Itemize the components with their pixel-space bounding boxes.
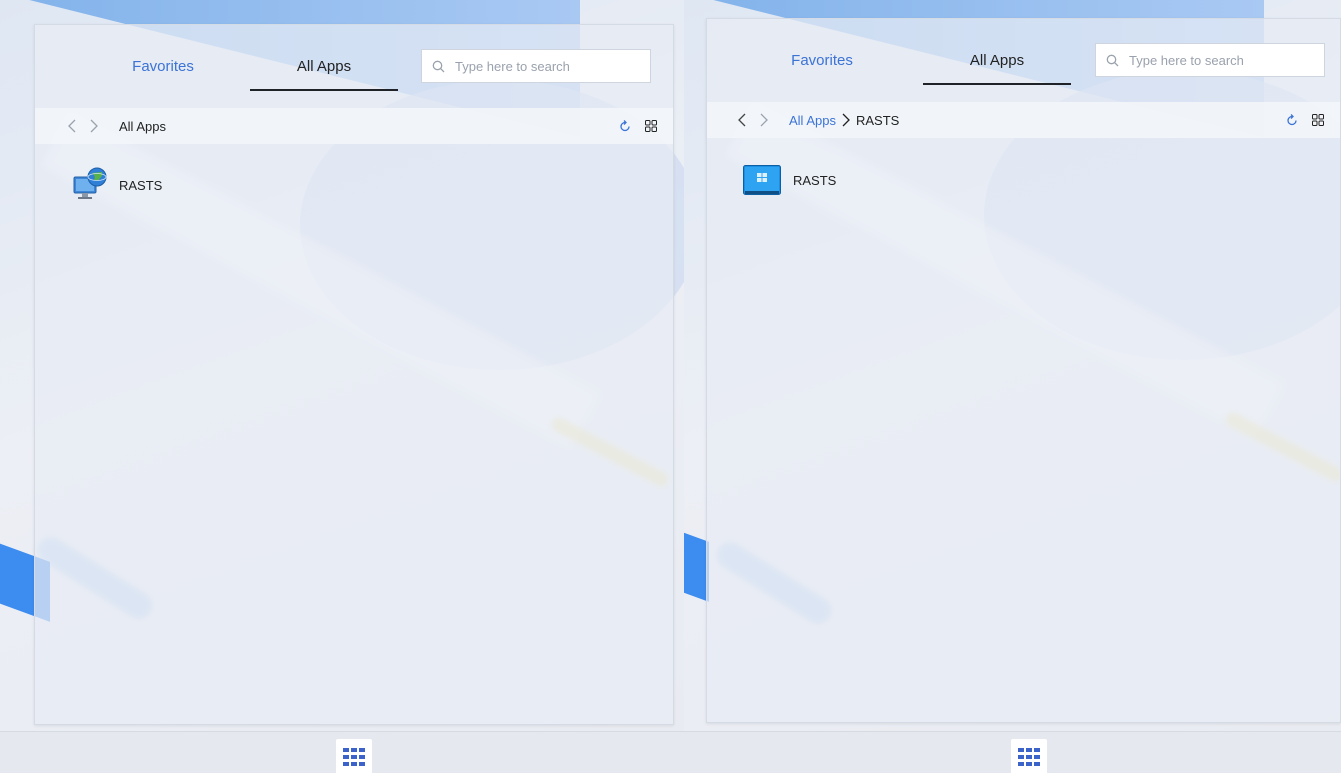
search-box[interactable]	[1095, 43, 1325, 77]
app-label: RASTS	[119, 177, 163, 193]
app-label: RASTS	[793, 172, 837, 188]
tab-favorites[interactable]: Favorites	[762, 47, 882, 85]
tab-favorites[interactable]: Favorites	[103, 53, 223, 91]
menu-tabs: Favorites All Apps	[35, 25, 673, 107]
search-box[interactable]	[421, 49, 651, 83]
chevron-right-icon	[842, 113, 850, 127]
app-item-rasts[interactable]: RASTS	[73, 167, 162, 203]
tab-all-apps[interactable]: All Apps	[923, 47, 1071, 85]
app-item-rasts[interactable]: RASTS	[743, 165, 836, 195]
refresh-button[interactable]	[619, 120, 631, 132]
view-toggle-button[interactable]	[645, 120, 657, 132]
breadcrumb-current: All Apps	[119, 118, 166, 134]
search-icon	[432, 60, 445, 72]
menu-tabs: Favorites All Apps	[707, 19, 1340, 101]
breadcrumb-separator-icon	[842, 113, 850, 127]
start-button[interactable]	[1011, 739, 1047, 773]
forward-button[interactable]	[83, 119, 105, 133]
globe-monitor-icon	[73, 167, 107, 199]
forward-button[interactable]	[753, 113, 775, 127]
grid-view-icon	[645, 120, 657, 132]
view-toggle-button[interactable]	[1312, 114, 1324, 126]
chevron-right-icon	[760, 113, 768, 127]
taskbar-left	[0, 731, 684, 773]
search-input[interactable]	[1129, 52, 1299, 68]
app-grid-icon	[343, 748, 365, 766]
breadcrumb-bar: All Apps	[35, 108, 673, 144]
search-input[interactable]	[455, 58, 625, 74]
back-button[interactable]	[731, 113, 753, 127]
app-grid-icon	[1018, 748, 1040, 766]
start-menu-right: Favorites All Apps All Apps RASTS	[706, 18, 1341, 723]
breadcrumb-parent[interactable]: All Apps	[789, 113, 836, 128]
grid-view-icon	[1312, 114, 1324, 126]
refresh-icon	[620, 120, 630, 132]
tab-all-apps[interactable]: All Apps	[250, 53, 398, 91]
breadcrumb-current: RASTS	[855, 112, 900, 128]
start-menu-left: Favorites All Apps All Apps	[34, 24, 674, 725]
windows-desktop-icon	[743, 165, 781, 195]
start-button[interactable]	[336, 739, 372, 773]
chevron-right-icon	[90, 119, 98, 133]
search-icon	[1106, 54, 1119, 66]
refresh-icon	[1287, 114, 1297, 126]
chevron-left-icon	[68, 119, 76, 133]
refresh-button[interactable]	[1286, 114, 1298, 126]
chevron-left-icon	[738, 113, 746, 127]
taskbar-right	[684, 731, 1341, 773]
back-button[interactable]	[61, 119, 83, 133]
breadcrumb-bar: All Apps RASTS	[707, 102, 1340, 138]
